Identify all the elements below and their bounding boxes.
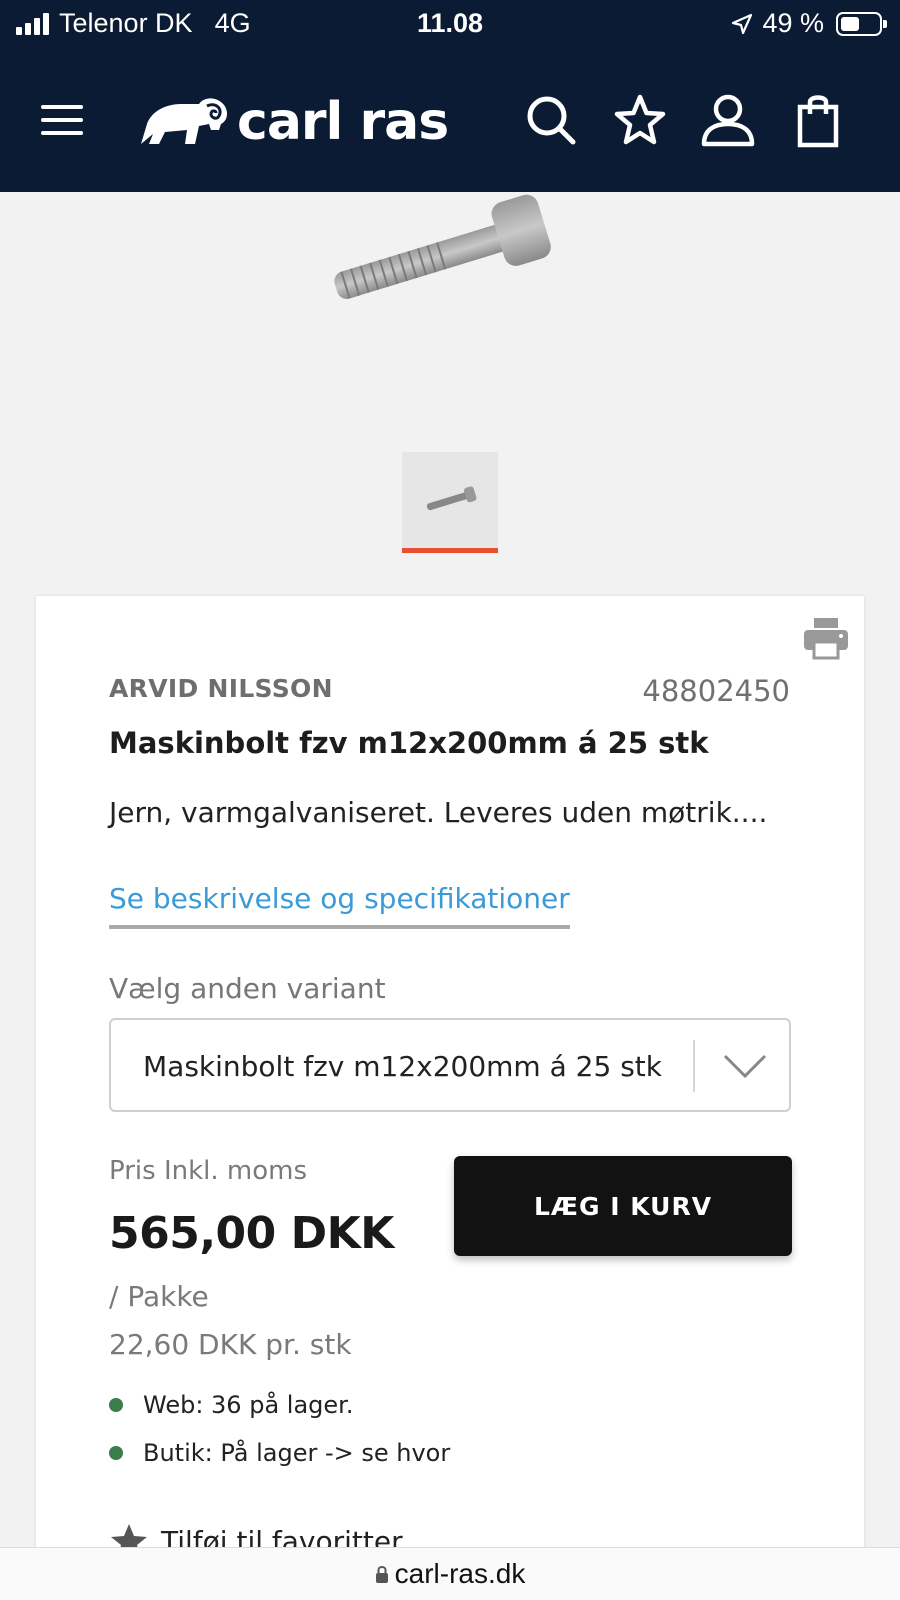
thumbnail-image: [426, 486, 477, 511]
logo[interactable]: carl ras: [137, 92, 449, 152]
chevron-down-icon: [723, 1054, 767, 1079]
product-card: ARVID NILSSON 48802450 Maskinbolt fzv m1…: [36, 596, 864, 1600]
stock-indicator: [109, 1446, 123, 1460]
price-per-piece: 22,60 DKK pr. stk: [109, 1328, 352, 1361]
product-sku: 48802450: [642, 674, 790, 708]
product-description: Jern, varmgalvaniseret. Leveres uden møt…: [109, 796, 768, 829]
stock-store-text: Butik: På lager -> se hvor: [143, 1439, 451, 1467]
site-header: carl ras: [0, 48, 900, 192]
lock-icon: [375, 1566, 388, 1583]
stock-indicator: [109, 1398, 123, 1412]
url-text: carl-ras.dk: [394, 1558, 526, 1589]
thumbnail-active-indicator: [402, 548, 498, 553]
product-image: [334, 194, 551, 299]
product-title: Maskinbolt fzv m12x200mm á 25 stk: [109, 726, 709, 760]
status-right: 49 %: [730, 8, 887, 39]
add-to-cart-button[interactable]: LÆG I KURV: [454, 1156, 792, 1256]
ram-logo-icon: [141, 98, 227, 144]
user-icon[interactable]: [700, 92, 756, 148]
stock-store[interactable]: Butik: På lager -> se hvor: [109, 1439, 450, 1467]
variant-label: Vælg anden variant: [109, 972, 386, 1005]
stock-web: Web: 36 på lager.: [109, 1391, 353, 1419]
battery-percent: 49 %: [762, 8, 824, 38]
spec-link[interactable]: Se beskrivelse og specifikationer: [109, 882, 570, 929]
battery-icon: [836, 11, 887, 36]
price-unit: / Pakke: [109, 1280, 209, 1313]
search-icon[interactable]: [523, 92, 579, 148]
price-label: Pris Inkl. moms: [109, 1156, 308, 1186]
product-brand[interactable]: ARVID NILSSON: [109, 674, 333, 703]
select-divider: [693, 1040, 695, 1092]
browser-url-bar[interactable]: carl-ras.dk: [0, 1547, 900, 1600]
thumbnail[interactable]: [402, 452, 498, 548]
bag-icon[interactable]: [790, 92, 846, 148]
variant-select[interactable]: Maskinbolt fzv m12x200mm á 25 stk: [109, 1018, 791, 1112]
stock-web-text: Web: 36 på lager.: [143, 1391, 354, 1419]
menu-icon[interactable]: [41, 105, 83, 135]
price: 565,00 DKK: [109, 1208, 394, 1259]
logo-text: carl ras: [237, 92, 449, 152]
status-bar: Telenor DK 4G 11.08 49 %: [0, 0, 900, 48]
star-icon[interactable]: [612, 92, 668, 148]
variant-select-value: Maskinbolt fzv m12x200mm á 25 stk: [143, 1050, 662, 1083]
print-icon[interactable]: [802, 616, 850, 660]
location-arrow-icon: [732, 13, 753, 34]
